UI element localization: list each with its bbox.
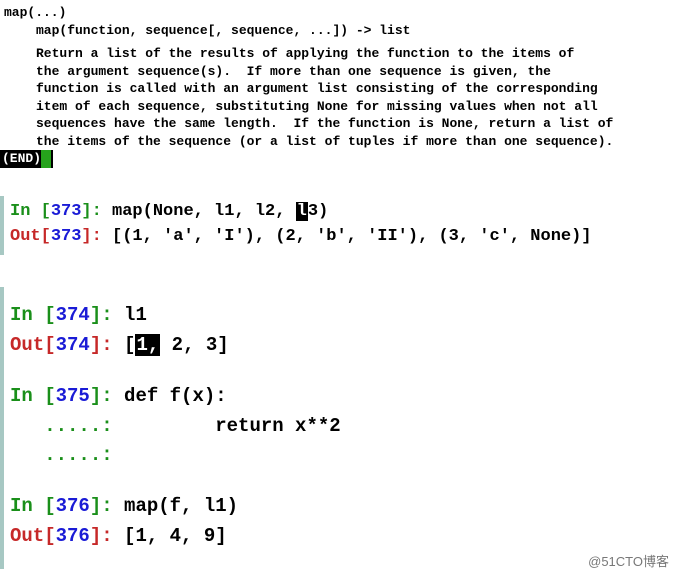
help-docstring: map(...) map(function, sequence[, sequen… xyxy=(0,0,679,150)
doc-signature: map(...) xyxy=(4,4,675,22)
out-373: Out[373]: [(1, 'a', 'I'), (2, 'b', 'II')… xyxy=(10,225,669,250)
pager-end-marker: (END)_ xyxy=(0,150,679,168)
ipython-block-374-376: In [374]: l1 Out[374]: [1, 2, 3] In [375… xyxy=(0,287,679,569)
in-376: In [376]: map(f, l1) xyxy=(10,492,669,521)
doc-prototype: map(function, sequence[, sequence, ...])… xyxy=(4,22,675,40)
cont-375-2: .....: xyxy=(10,441,669,470)
cont-375-1: .....: return x**2 xyxy=(10,412,669,441)
in-373: In [373]: map(None, l1, l2, l3) xyxy=(10,200,669,225)
out-376: Out[376]: [1, 4, 9] xyxy=(10,522,669,551)
out-374: Out[374]: [1, 2, 3] xyxy=(10,331,669,360)
in-375: In [375]: def f(x): xyxy=(10,382,669,411)
watermark: @51CTO博客 xyxy=(584,551,673,573)
in-374: In [374]: l1 xyxy=(10,301,669,330)
ipython-cell-373: In [373]: map(None, l1, l2, l3) Out[373]… xyxy=(0,196,679,255)
doc-paragraph: Return a list of the results of applying… xyxy=(4,45,675,150)
